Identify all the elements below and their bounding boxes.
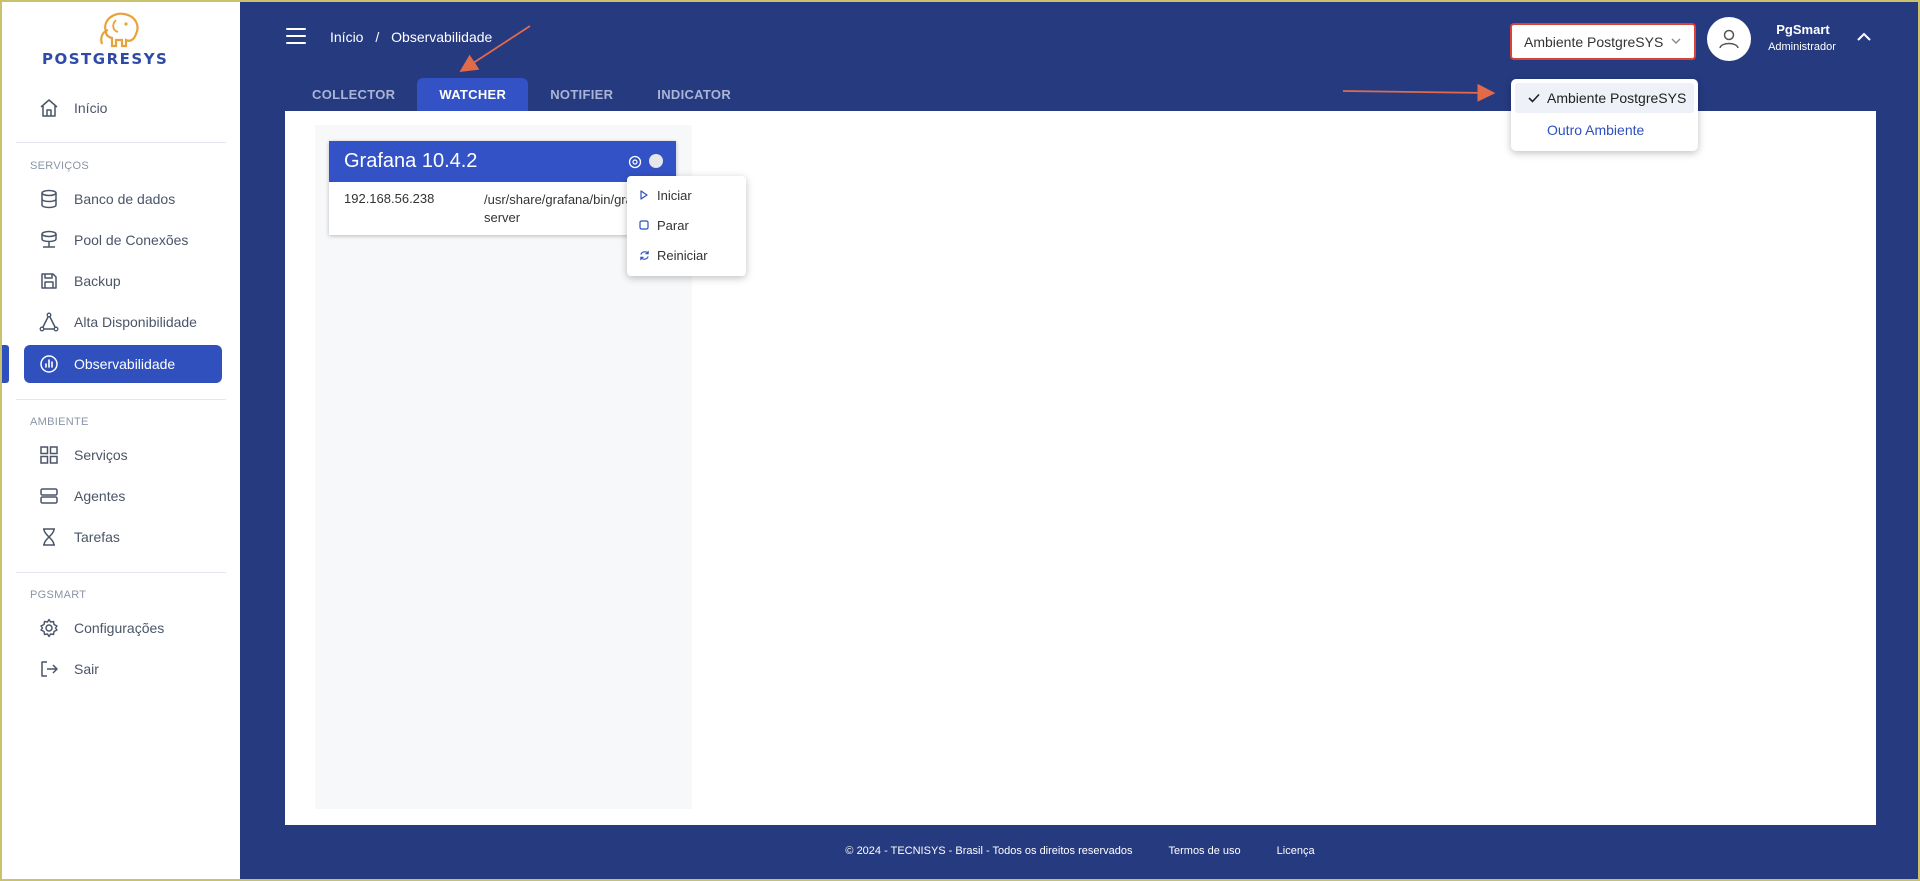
- environment-dropdown: Ambiente PostgreSYS Outro Ambiente: [1511, 79, 1698, 151]
- section-label-servicos: SERVIÇOS: [30, 160, 90, 172]
- tab-watcher[interactable]: WATCHER: [417, 78, 529, 111]
- refresh-icon: [637, 250, 651, 261]
- user-name: PgSmart: [1776, 22, 1830, 37]
- sidebar-item-pool-de-conexoes[interactable]: Pool de Conexões: [24, 221, 222, 259]
- option-label: Outro Ambiente: [1547, 122, 1645, 138]
- section-label-pgsmart: PGSMART: [30, 589, 87, 601]
- logo-wordmark: POSTGRESYS: [42, 50, 169, 68]
- service-card-title: Grafana 10.4.2: [344, 150, 478, 172]
- sidebar-item-label: Pool de Conexões: [74, 232, 189, 248]
- logout-icon: [38, 658, 60, 680]
- sidebar-item-banco-de-dados[interactable]: Banco de dados: [24, 180, 222, 218]
- main-content: Grafana 10.4.2 192.168.56.238 /usr/share…: [285, 111, 1876, 825]
- sidebar-item-backup[interactable]: Backup: [24, 262, 222, 300]
- sidebar-item-sair[interactable]: Sair: [24, 650, 222, 688]
- sidebar-item-configuracoes[interactable]: Configurações: [24, 609, 222, 647]
- tab-bar: COLLECTOR WATCHER NOTIFIER INDICATOR: [290, 78, 753, 111]
- section-label-ambiente: AMBIENTE: [30, 416, 89, 428]
- tab-indicator[interactable]: INDICATOR: [635, 78, 753, 111]
- grid-icon: [38, 444, 60, 466]
- servers-icon: [38, 485, 60, 507]
- footer-license-link[interactable]: Licença: [1277, 845, 1315, 857]
- sidebar-item-label: Backup: [74, 273, 121, 289]
- environment-select-value: Ambiente PostgreSYS: [1524, 33, 1664, 50]
- sidebar-divider: [16, 572, 226, 573]
- service-actions-icon[interactable]: [628, 155, 642, 169]
- menu-item-label: Reiniciar: [657, 247, 708, 263]
- menu-item-label: Parar: [657, 217, 689, 233]
- sidebar: POSTGRESYS Início SERVIÇOS Banco de dado…: [2, 2, 240, 879]
- breadcrumb-current: Observabilidade: [391, 29, 493, 45]
- breadcrumb: Início / Observabilidade: [330, 29, 500, 45]
- sidebar-item-label: Serviços: [74, 447, 128, 463]
- play-icon: [637, 190, 651, 200]
- server-pool-icon: [38, 229, 60, 251]
- avatar[interactable]: [1707, 17, 1751, 61]
- environment-option-outro[interactable]: Outro Ambiente: [1515, 115, 1694, 145]
- user-icon: [1719, 29, 1739, 49]
- user-role: Administrador: [1768, 41, 1836, 53]
- service-ip: 192.168.56.238: [344, 191, 435, 206]
- sidebar-item-agentes[interactable]: Agentes: [24, 477, 222, 515]
- sidebar-item-observabilidade[interactable]: Observabilidade: [24, 345, 222, 383]
- sidebar-item-label: Observabilidade: [74, 356, 176, 372]
- gear-icon: [38, 617, 60, 639]
- tab-notifier[interactable]: NOTIFIER: [528, 78, 635, 111]
- active-nav-indicator: [2, 345, 9, 383]
- sidebar-divider: [16, 142, 226, 143]
- footer-copyright: © 2024 - TECNISYS - Brasil - Todos os di…: [845, 845, 1133, 857]
- sidebar-item-label: Banco de dados: [74, 191, 176, 207]
- menu-item-label: Iniciar: [657, 187, 692, 203]
- sidebar-item-label: Configurações: [74, 620, 165, 636]
- environment-select[interactable]: Ambiente PostgreSYS: [1510, 23, 1696, 60]
- service-context-menu: Iniciar Parar Reiniciar: [627, 176, 746, 276]
- footer: © 2024 - TECNISYS - Brasil - Todos os di…: [240, 845, 1920, 857]
- sidebar-item-label: Alta Disponibilidade: [74, 314, 197, 330]
- sidebar-item-tarefas[interactable]: Tarefas: [24, 518, 222, 556]
- menu-item-parar[interactable]: Parar: [627, 211, 746, 239]
- service-card[interactable]: Grafana 10.4.2 192.168.56.238 /usr/share…: [329, 141, 676, 235]
- triangle-nodes-icon: [38, 311, 60, 333]
- breadcrumb-separator: /: [375, 29, 380, 45]
- chevron-up-icon: [1857, 32, 1871, 41]
- sidebar-item-label: Agentes: [74, 488, 126, 504]
- elephant-logo-icon: [100, 12, 139, 48]
- check-icon: [1521, 91, 1547, 105]
- hamburger-menu-button[interactable]: [286, 28, 306, 44]
- option-label: Ambiente PostgreSYS: [1547, 90, 1687, 106]
- chevron-down-icon: [1671, 38, 1681, 44]
- menu-item-iniciar[interactable]: Iniciar: [627, 181, 746, 209]
- menu-item-reiniciar[interactable]: Reiniciar: [627, 241, 746, 269]
- hamburger-icon-bar: [286, 28, 306, 30]
- environment-option-postgresys[interactable]: Ambiente PostgreSYS: [1515, 83, 1694, 113]
- sidebar-item-label: Sair: [74, 661, 99, 677]
- sidebar-divider: [16, 399, 226, 400]
- hamburger-icon-bar: [286, 35, 306, 37]
- sidebar-item-label: Início: [74, 100, 108, 116]
- chart-icon: [38, 353, 60, 375]
- sidebar-item-servicos[interactable]: Serviços: [24, 436, 222, 474]
- user-menu-toggle[interactable]: [1856, 30, 1872, 42]
- brand-logo[interactable]: POSTGRESYS: [38, 10, 204, 70]
- service-card-body: 192.168.56.238 /usr/share/grafana/bin/gr…: [329, 182, 676, 235]
- sidebar-item-inicio[interactable]: Início: [24, 89, 222, 127]
- sidebar-item-label: Tarefas: [74, 529, 120, 545]
- service-path: /usr/share/grafana/bin/grafana server: [484, 192, 634, 225]
- save-icon: [38, 270, 60, 292]
- home-icon: [38, 97, 60, 119]
- database-icon: [38, 188, 60, 210]
- sidebar-item-alta-disponibilidade[interactable]: Alta Disponibilidade: [24, 303, 222, 341]
- hamburger-icon-bar: [286, 42, 306, 44]
- tab-collector[interactable]: COLLECTOR: [290, 78, 417, 111]
- annotation-arrow-dropdown: [1342, 83, 1496, 102]
- hourglass-icon: [38, 526, 60, 548]
- status-indicator: [649, 154, 663, 168]
- footer-terms-link[interactable]: Termos de uso: [1169, 845, 1241, 857]
- breadcrumb-home[interactable]: Início: [330, 29, 363, 45]
- stop-icon: [637, 220, 651, 230]
- service-card-header: Grafana 10.4.2: [329, 141, 676, 182]
